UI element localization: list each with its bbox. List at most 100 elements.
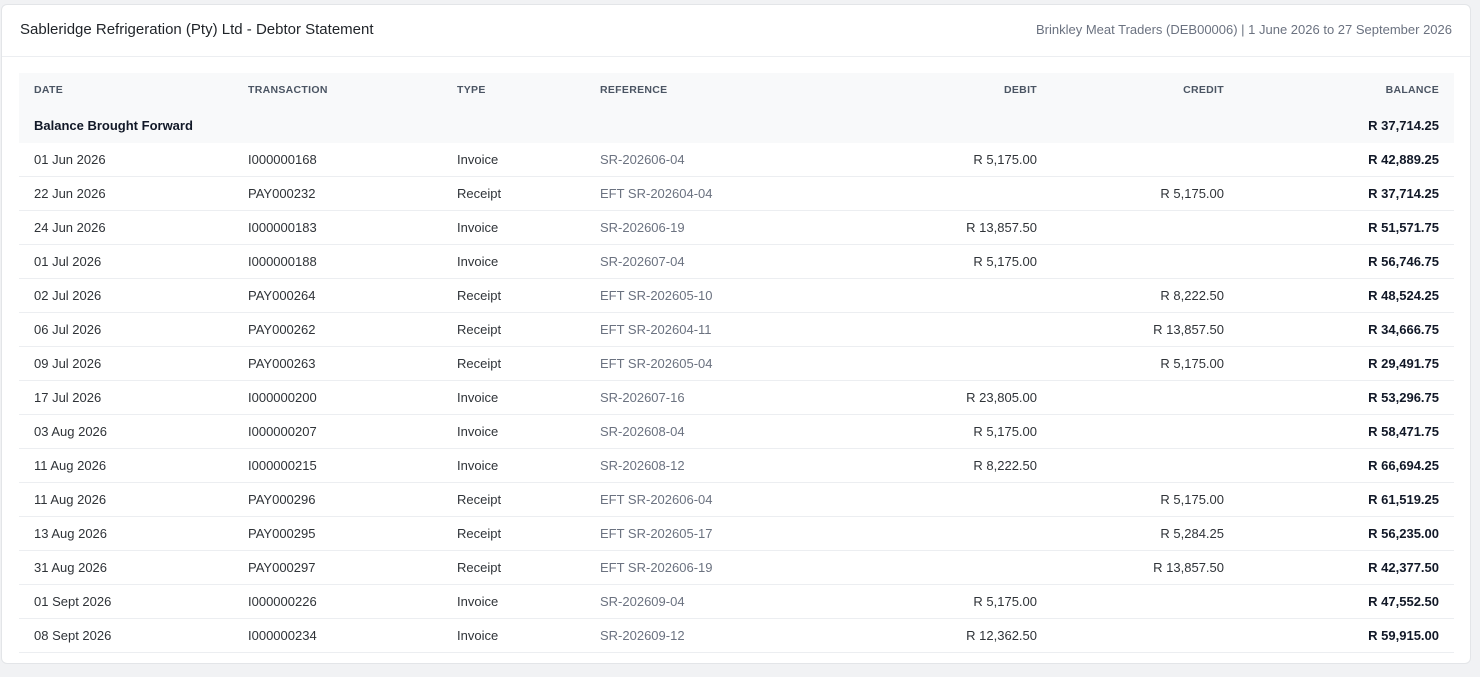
column-header-balance[interactable]: BALANCE [1239,73,1454,107]
cell-reference: SR-202606-04 [585,143,825,177]
cell-type: Invoice [442,414,585,449]
cell-date: 01 Jul 2026 [19,244,233,279]
cell-transaction: I000000234 [233,618,442,653]
cell-date: 17 Jul 2026 [19,380,233,415]
table-row[interactable]: 09 Jul 2026 PAY000263 Receipt EFT SR-202605… [19,346,1454,381]
column-header-reference[interactable]: REFERENCE [585,73,825,107]
cell-credit [1052,210,1239,245]
cell-balance: R 42,377.50 [1239,550,1454,585]
cell-debit [825,176,1052,211]
cell-date: 11 Aug 2026 [19,448,233,483]
cell-reference: EFT SR-202605-04 [585,346,825,381]
cell-type: Invoice [442,380,585,415]
cell-reference: SR-202607-04 [585,244,825,279]
cell-balance: R 56,235.00 [1239,516,1454,551]
table-header: DATE TRANSACTION TYPE REFERENCE DEBIT CR… [19,73,1454,107]
cell-debit: R 12,362.50 [825,618,1052,653]
cell-transaction: I000000226 [233,584,442,619]
cell-date: 06 Jul 2026 [19,312,233,347]
cell-date: 11 Aug 2026 [19,482,233,517]
table-row[interactable]: 06 Jul 2026 PAY000262 Receipt EFT SR-202604… [19,312,1454,347]
cell-balance: R 56,746.75 [1239,244,1454,279]
column-header-credit[interactable]: CREDIT [1052,73,1239,107]
column-header-type[interactable]: TYPE [442,73,585,107]
cell-balance: R 42,889.25 [1239,143,1454,177]
statement-card: Sableridge Refrigeration (Pty) Ltd - Deb… [1,4,1471,664]
cell-debit: R 5,175.00 [825,143,1052,177]
cell-reference: SR-202609-04 [585,584,825,619]
cell-debit [825,278,1052,313]
cell-type: Receipt [442,346,585,381]
table-row[interactable]: 01 Jun 2026 I000000168 Invoice SR-202606-04… [19,143,1454,177]
table-row[interactable]: 13 Aug 2026 PAY000295 Receipt EFT SR-202605… [19,516,1454,551]
table-row[interactable]: 01 Jul 2026 I000000188 Invoice SR-202607-04… [19,244,1454,279]
cell-transaction: PAY000297 [233,550,442,585]
cell-reference: EFT SR-202605-17 [585,516,825,551]
table-row[interactable]: 31 Aug 2026 PAY000297 Receipt EFT SR-202606… [19,550,1454,585]
cell-credit [1052,143,1239,177]
cell-date: 22 Jun 2026 [19,176,233,211]
table-row[interactable]: 22 Jun 2026 PAY000232 Receipt EFT SR-202604… [19,176,1454,211]
statement-table-container[interactable]: DATE TRANSACTION TYPE REFERENCE DEBIT CR… [19,73,1454,653]
cell-type: Invoice [442,448,585,483]
cell-date: 31 Aug 2026 [19,550,233,585]
table-row[interactable]: 08 Sept 2026 I000000234 Invoice SR-202609-1… [19,618,1454,653]
statement-header: Sableridge Refrigeration (Pty) Ltd - Deb… [2,5,1470,57]
cell-type: Invoice [442,244,585,279]
cell-debit [825,482,1052,517]
column-header-date[interactable]: DATE [19,73,233,107]
cell-balance: R 48,524.25 [1239,278,1454,313]
statement-title: Sableridge Refrigeration (Pty) Ltd - Deb… [20,21,374,38]
cell-reference: SR-202607-16 [585,380,825,415]
cell-balance: R 47,552.50 [1239,584,1454,619]
cell-credit: R 5,284.25 [1052,516,1239,551]
cell-balance: R 29,491.75 [1239,346,1454,381]
cell-balance: R 59,915.00 [1239,618,1454,653]
cell-transaction: PAY000295 [233,516,442,551]
column-header-debit[interactable]: DEBIT [825,73,1052,107]
cell-balance: R 61,519.25 [1239,482,1454,517]
cell-date: 01 Sept 2026 [19,584,233,619]
cell-balance: R 34,666.75 [1239,312,1454,347]
cell-type: Invoice [442,618,585,653]
cell-credit [1052,448,1239,483]
cell-credit [1052,618,1239,653]
cell-transaction: I000000188 [233,244,442,279]
cell-credit [1052,584,1239,619]
cell-date: 08 Sept 2026 [19,618,233,653]
cell-credit: R 13,857.50 [1052,312,1239,347]
cell-credit: R 8,222.50 [1052,278,1239,313]
table-row[interactable]: 01 Sept 2026 I000000226 Invoice SR-202609-0… [19,584,1454,619]
table-body: Balance Brought Forward R 37,714.25 01 J… [19,107,1454,653]
cell-transaction: I000000168 [233,143,442,177]
cell-transaction: I000000183 [233,210,442,245]
cell-balance: R 37,714.25 [1239,176,1454,211]
cell-date: 13 Aug 2026 [19,516,233,551]
cell-type: Receipt [442,482,585,517]
table-row[interactable]: 03 Aug 2026 I000000207 Invoice SR-202608-04… [19,414,1454,449]
brought-forward-credit [1052,107,1239,143]
cell-type: Receipt [442,312,585,347]
table-row[interactable]: 17 Jul 2026 I000000200 Invoice SR-202607-16… [19,380,1454,415]
cell-transaction: PAY000296 [233,482,442,517]
cell-credit: R 5,175.00 [1052,482,1239,517]
brought-forward-debit [825,107,1052,143]
cell-debit: R 5,175.00 [825,584,1052,619]
table-row[interactable]: 02 Jul 2026 PAY000264 Receipt EFT SR-202605… [19,278,1454,313]
cell-debit [825,312,1052,347]
table-row[interactable]: 11 Aug 2026 I000000215 Invoice SR-202608-12… [19,448,1454,483]
cell-date: 02 Jul 2026 [19,278,233,313]
cell-balance: R 58,471.75 [1239,414,1454,449]
cell-debit [825,516,1052,551]
column-header-transaction[interactable]: TRANSACTION [233,73,442,107]
cell-credit: R 5,175.00 [1052,176,1239,211]
cell-transaction: PAY000263 [233,346,442,381]
statement-subtitle: Brinkley Meat Traders (DEB00006) | 1 Jun… [1035,22,1452,37]
cell-reference: EFT SR-202605-10 [585,278,825,313]
cell-transaction: I000000200 [233,380,442,415]
table-row[interactable]: 11 Aug 2026 PAY000296 Receipt EFT SR-202606… [19,482,1454,517]
cell-type: Invoice [442,584,585,619]
cell-transaction: PAY000264 [233,278,442,313]
table-row[interactable]: 24 Jun 2026 I000000183 Invoice SR-202606-19… [19,210,1454,245]
cell-transaction: I000000215 [233,448,442,483]
